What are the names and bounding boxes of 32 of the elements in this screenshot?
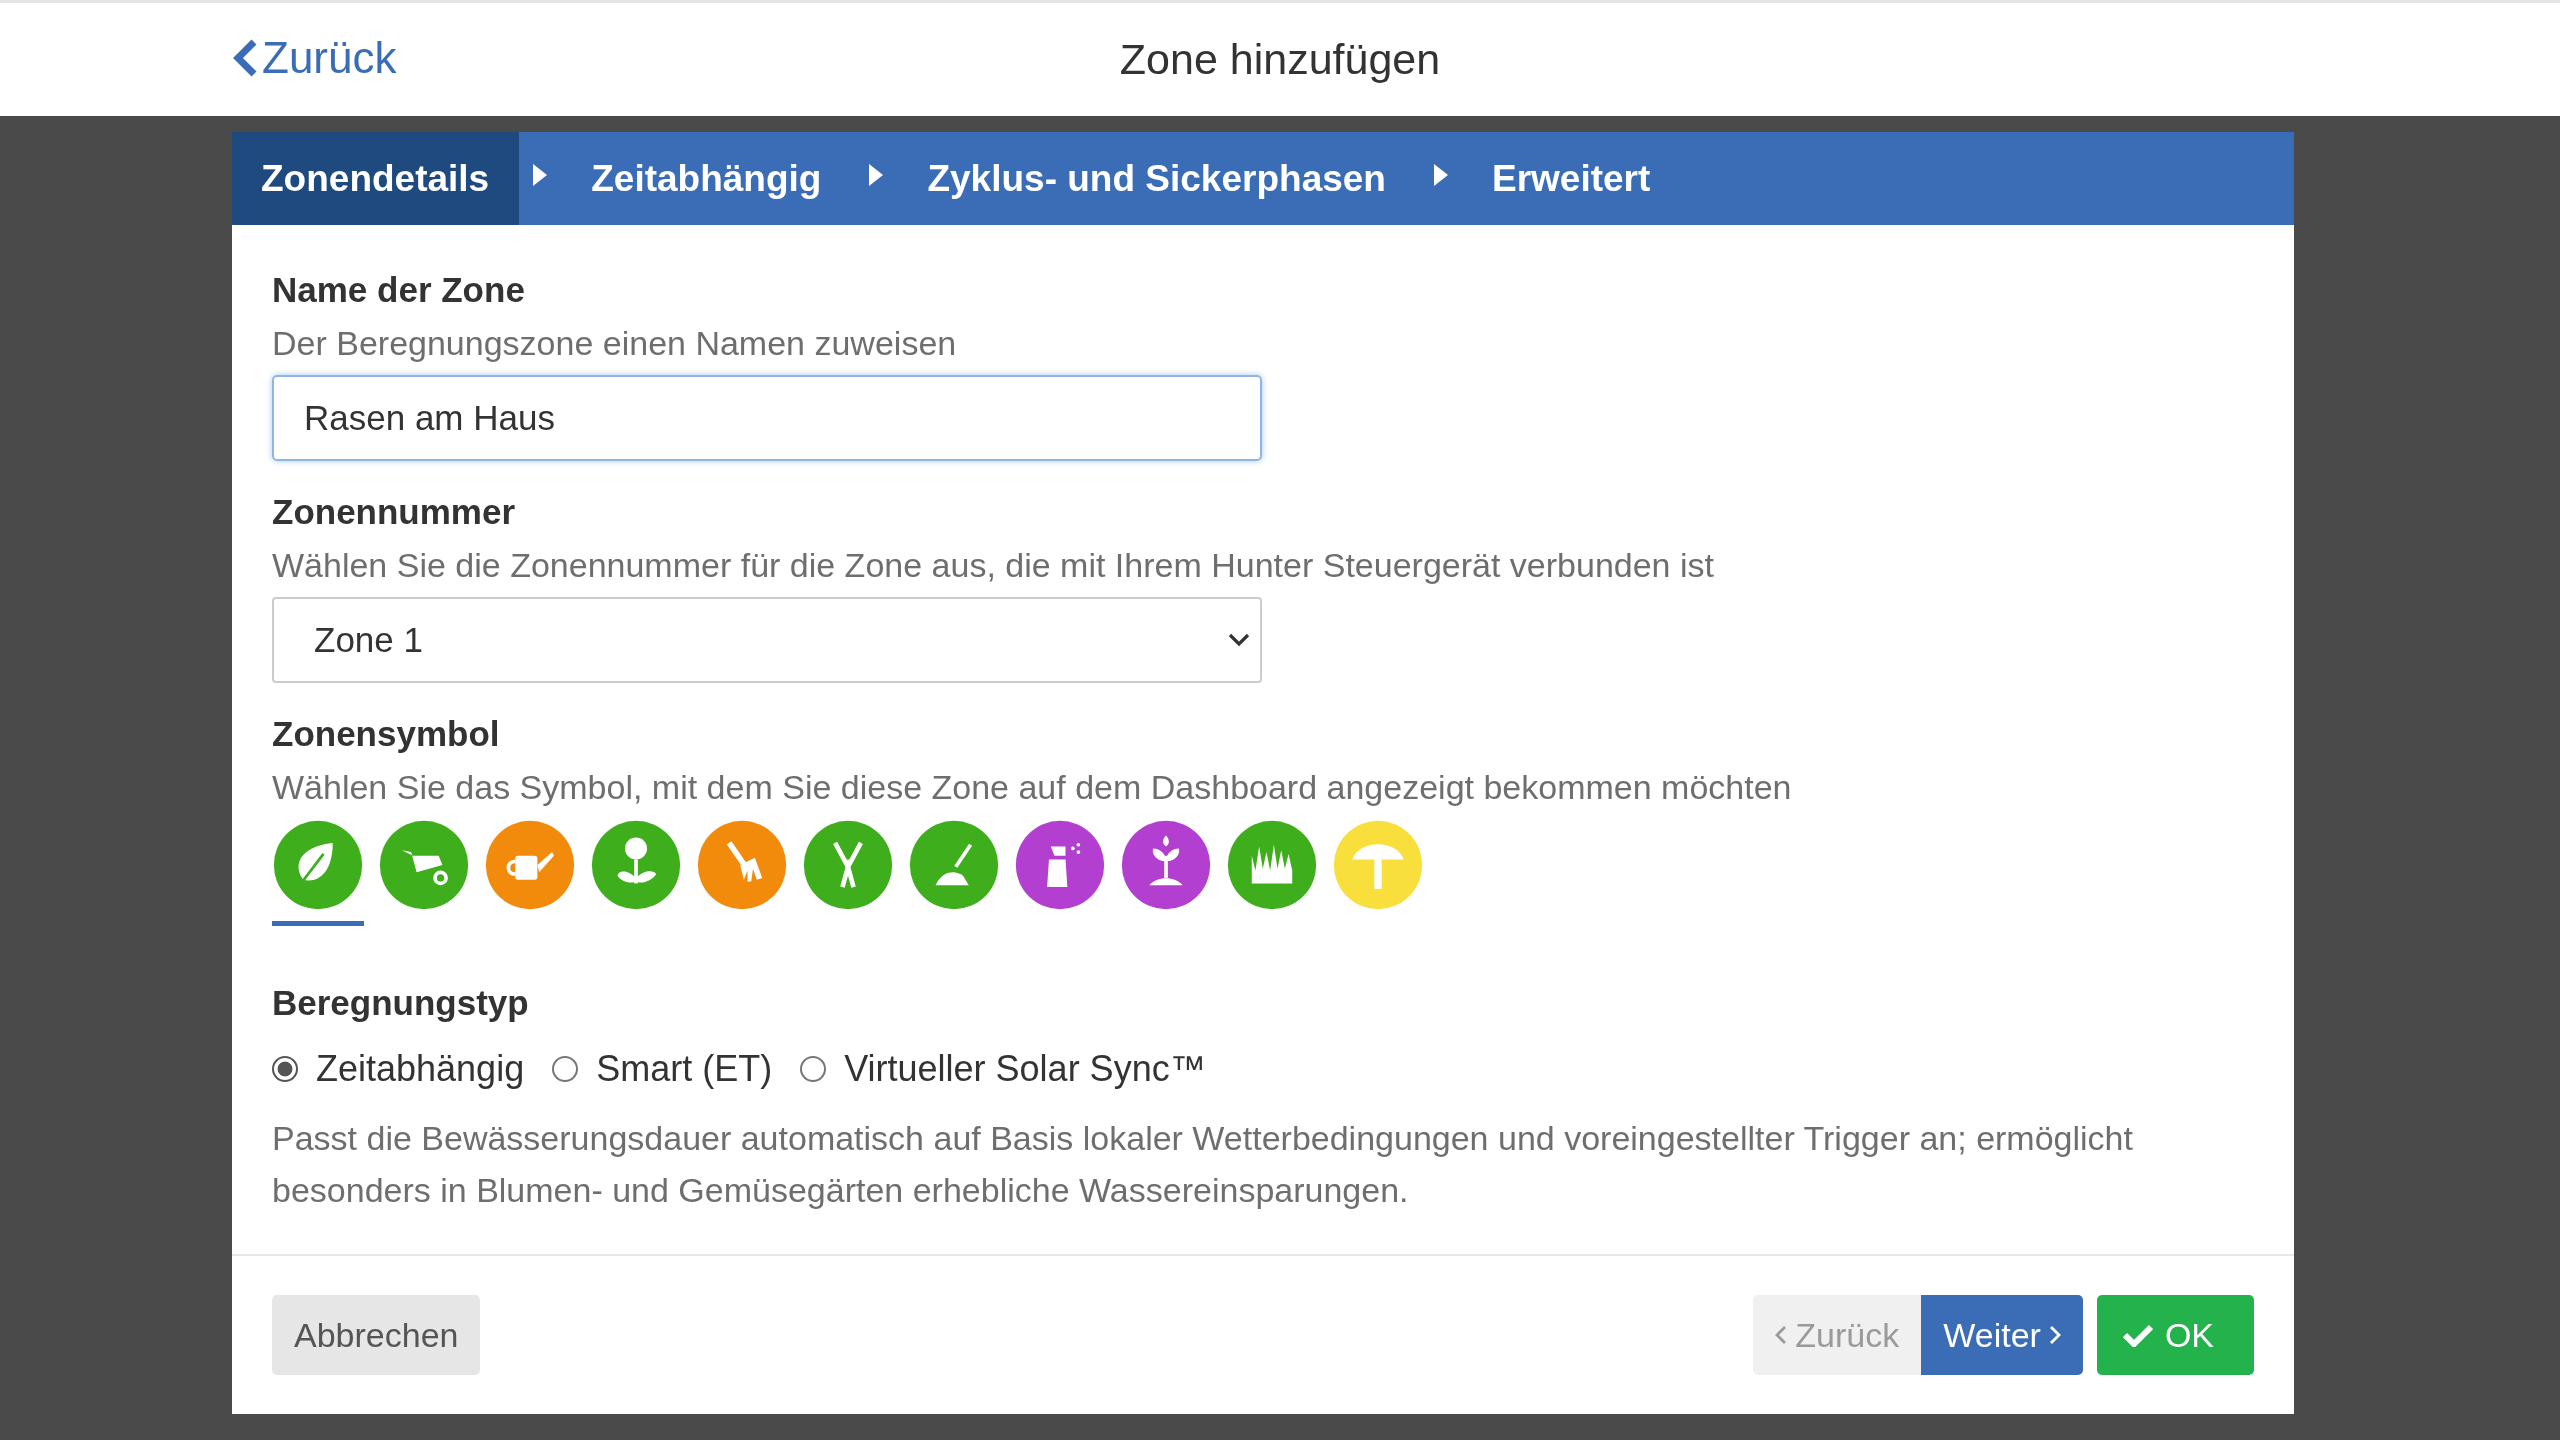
radio-label[interactable]: Zeitabhängig [316, 1048, 525, 1090]
page-title: Zone hinzufügen [1119, 35, 1441, 84]
section-heading: Zonensymbol [272, 713, 501, 755]
caret-right-icon [533, 163, 548, 186]
zone-name-field[interactable]: Rasen am Haus [272, 375, 1262, 461]
section-hint: Wählen Sie die Zonennummer für die Zone aus, die mit Ihrem Hunter Steuergerät verbunden ist [272, 545, 1715, 585]
radio-label[interactable]: Smart (ET) [596, 1048, 773, 1090]
section-heading: Name der Zone [272, 269, 526, 311]
step-tab[interactable]: Zeitabhängig [557, 132, 856, 225]
step-tab[interactable]: Zyklus- und Sickerphasen [893, 132, 1420, 225]
radio-button[interactable] [272, 1056, 298, 1082]
section-heading: Zonennummer [272, 491, 517, 533]
section-hint: Wählen Sie das Symbol, mit dem Sie diese Zone auf dem Dashboard angezeigt bekommen möchten [272, 767, 1793, 807]
radio-label[interactable]: Virtueller Solar Sync™ [844, 1048, 1206, 1090]
checkmark-icon [2122, 1323, 2153, 1347]
step-tab[interactable]: Erweitert [1457, 132, 1685, 225]
radio-button[interactable] [800, 1056, 827, 1082]
chevron-down-icon [1228, 633, 1250, 647]
section-hint: Der Beregnungszone einen Namen zuweisen [272, 323, 958, 363]
zone-number-dropdown[interactable]: Zone 1 [272, 597, 1262, 683]
caret-right-icon [869, 163, 884, 186]
chevron-left-icon [1775, 1325, 1788, 1345]
next-button[interactable]: Weiter [1921, 1295, 2083, 1375]
type-description: Passt die Bewässerungsdauer automatisch auf Basis lokaler Wetterbedingungen und voreingestellter Trigger an; ermöglicht besonders in Blumen- und Gemüsegärten erhebliche Wassereinsparungen. [272, 1118, 2134, 1211]
caret-right-icon [1433, 163, 1448, 186]
chevron-right-icon [2048, 1325, 2061, 1345]
radio-button[interactable] [552, 1056, 579, 1082]
step-tab[interactable]: Zonendetails [232, 132, 520, 225]
chevron-left-icon [232, 38, 258, 78]
cancel-button[interactable]: Abbrechen [272, 1295, 481, 1375]
back-link[interactable]: Zurück [232, 33, 397, 83]
section-heading: Beregnungstyp [272, 982, 530, 1024]
